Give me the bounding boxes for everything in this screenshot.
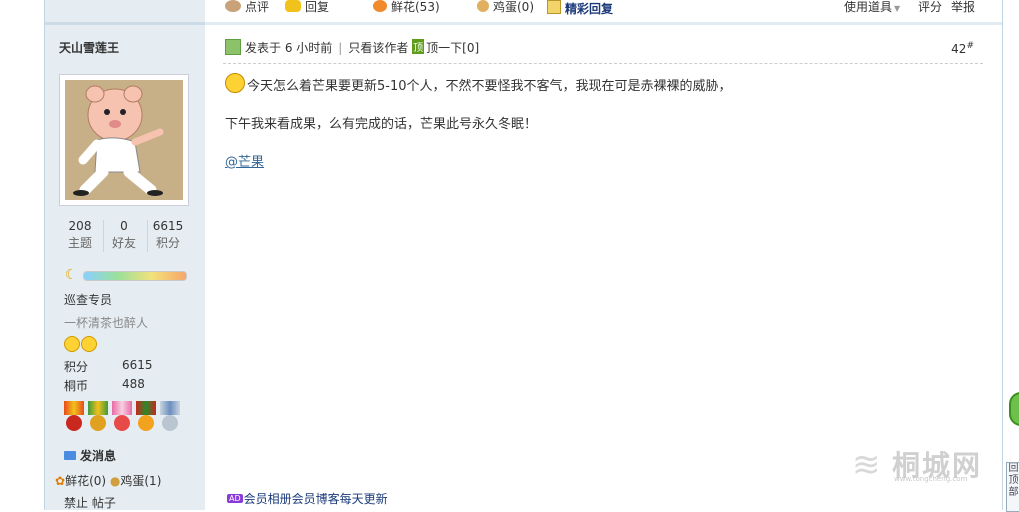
avatar-character-icon (73, 85, 164, 196)
post-line-3: @芒果 (225, 153, 985, 173)
envelope-icon (64, 451, 76, 460)
coins-value: 488 (122, 377, 145, 391)
coins-label: 桐币 (64, 379, 89, 393)
stat-friends[interactable]: 0 好友 (103, 218, 145, 252)
comment-label: 点评 (245, 0, 270, 14)
forbid-post-link[interactable]: 禁止 帖子 (64, 494, 116, 511)
medal-icon[interactable] (112, 401, 132, 435)
level-progress-bar (83, 271, 187, 281)
user-rank: 巡查专员 (64, 293, 113, 307)
site-watermark: ≋ 桐城网 www.tongcheng.com (848, 444, 988, 488)
ad-badge-icon: AD (227, 494, 243, 503)
stat-friends-label: 好友 (111, 236, 136, 250)
smiley-icon (81, 336, 97, 352)
post-main: 点评 回复 鲜花(53) 鸡蛋(0) 精彩回复 使用道具 ▼ 评分 举报 发表于 … (205, 0, 1002, 510)
user-sidebar: 天山雪莲王 208 主题 0 好友 6615 积分 ☾ 巡查专员 一杯清茶也醉人… (44, 0, 206, 510)
reply-label: 回复 (305, 0, 330, 14)
floor-number[interactable]: 42# (951, 41, 974, 56)
credits-row: 积分 6615 (64, 358, 153, 375)
post-meta: 发表于 6 小时前 | 只看该作者 顶顶一下[0] (225, 39, 479, 56)
medal-icon[interactable] (64, 401, 84, 435)
flowers-label: 鲜花(53) (391, 0, 440, 14)
credits-label: 积分 (64, 360, 89, 374)
smiley-icon (64, 336, 80, 352)
credits-value: 6615 (122, 358, 153, 372)
chevron-down-icon: ▼ (894, 4, 901, 13)
ad-link[interactable]: AD 会员相册会员博客每天更新 (227, 490, 388, 507)
flower-icon (373, 0, 387, 12)
user-signature: 一杯清茶也醉人 (64, 316, 149, 330)
reply-button[interactable]: 回复 (285, 0, 329, 16)
post-line-1-text: 今天怎么着芒果要更新5-10个人，不然不要怪我不客气，我现在可是赤裸裸的威胁， (247, 79, 732, 94)
watermark-logo-icon: ≋ (852, 445, 881, 485)
stat-credits[interactable]: 6615 积分 (147, 218, 189, 252)
ad-text: 会员相册会员博客每天更新 (243, 492, 388, 506)
egg-icon (477, 0, 489, 12)
egg-icon: ● (109, 474, 121, 488)
mention-link[interactable]: @芒果 (225, 155, 264, 170)
medal-icon[interactable] (136, 401, 156, 435)
only-author-link[interactable]: 只看该作者 (348, 41, 408, 55)
send-message-label: 发消息 (80, 449, 117, 463)
send-message-link[interactable]: 发消息 (64, 447, 116, 464)
reply-icon (285, 0, 301, 12)
user-stats: 208 主题 0 好友 6615 积分 (59, 218, 189, 258)
eggs-button[interactable]: 鸡蛋(0) (477, 0, 534, 16)
report-button[interactable]: 举报 (951, 0, 975, 16)
comment-icon (225, 0, 241, 12)
stat-credits-value: 6615 (152, 219, 184, 233)
use-tool-menu[interactable]: 使用道具 ▼ (844, 0, 900, 16)
grin-emoticon-icon (225, 73, 245, 93)
post-action-bar: 点评 回复 鲜花(53) 鸡蛋(0) 精彩回复 使用道具 ▼ 评分 举报 (205, 0, 1002, 25)
bump-badge-icon: 顶 (412, 39, 425, 54)
stat-threads-label: 主题 (67, 236, 92, 250)
featured-reply-button[interactable]: 精彩回复 (547, 0, 613, 16)
stat-threads[interactable]: 208 主题 (59, 218, 101, 252)
flower-icon: ✿ (55, 474, 66, 488)
meta-separator: | (338, 41, 343, 55)
eggs-given[interactable]: 鸡蛋(1) (120, 474, 161, 488)
document-icon (547, 0, 561, 14)
post-line-1: 今天怎么着芒果要更新5-10个人，不然不要怪我不客气，我现在可是赤裸裸的威胁， (225, 73, 985, 97)
post-time: 发表于 6 小时前 (245, 41, 333, 55)
right-edge (1002, 0, 1019, 510)
medal-icon[interactable] (88, 401, 108, 435)
watermark-url: www.tongcheng.com (894, 475, 968, 483)
left-gutter (0, 0, 44, 510)
stat-threads-value: 208 (68, 219, 92, 233)
bump-link[interactable]: 顶一下[0] (426, 41, 479, 55)
post-content: 今天怎么着芒果要更新5-10个人，不然不要怪我不客气，我现在可是赤裸裸的威胁， … (225, 73, 985, 191)
float-green-icon[interactable] (1009, 392, 1019, 426)
medal-icon[interactable] (160, 401, 180, 435)
floor-value: 42 (951, 42, 967, 56)
comment-button[interactable]: 点评 (225, 0, 269, 16)
stat-friends-value: 0 (120, 219, 128, 233)
sidebar-top-strip (45, 0, 205, 25)
post-line-2: 下午我来看成果，么有完成的话，芒果此号永久冬眠！ (225, 117, 538, 132)
gift-row: ✿鲜花(0) ●鸡蛋(1) (55, 472, 161, 489)
floor-mark: # (966, 41, 974, 51)
avatar-image (65, 80, 183, 200)
divider (223, 63, 983, 64)
rate-button[interactable]: 评分 (918, 0, 942, 16)
eggs-label: 鸡蛋(0) (493, 0, 534, 14)
use-tool-label: 使用道具 (844, 0, 893, 14)
featured-reply-label: 精彩回复 (565, 2, 614, 16)
flowers-button[interactable]: 鲜花(53) (373, 0, 440, 16)
flowers-given[interactable]: 鲜花(0) (65, 474, 106, 488)
coins-row: 桐币 488 (64, 377, 145, 394)
avatar[interactable] (59, 74, 189, 206)
back-to-top-button[interactable]: 回顶部 (1006, 462, 1019, 512)
online-status-icon (225, 39, 241, 55)
username[interactable]: 天山雪莲王 (59, 39, 119, 56)
stat-credits-label: 积分 (155, 236, 180, 250)
moon-icon: ☾ (65, 267, 78, 283)
